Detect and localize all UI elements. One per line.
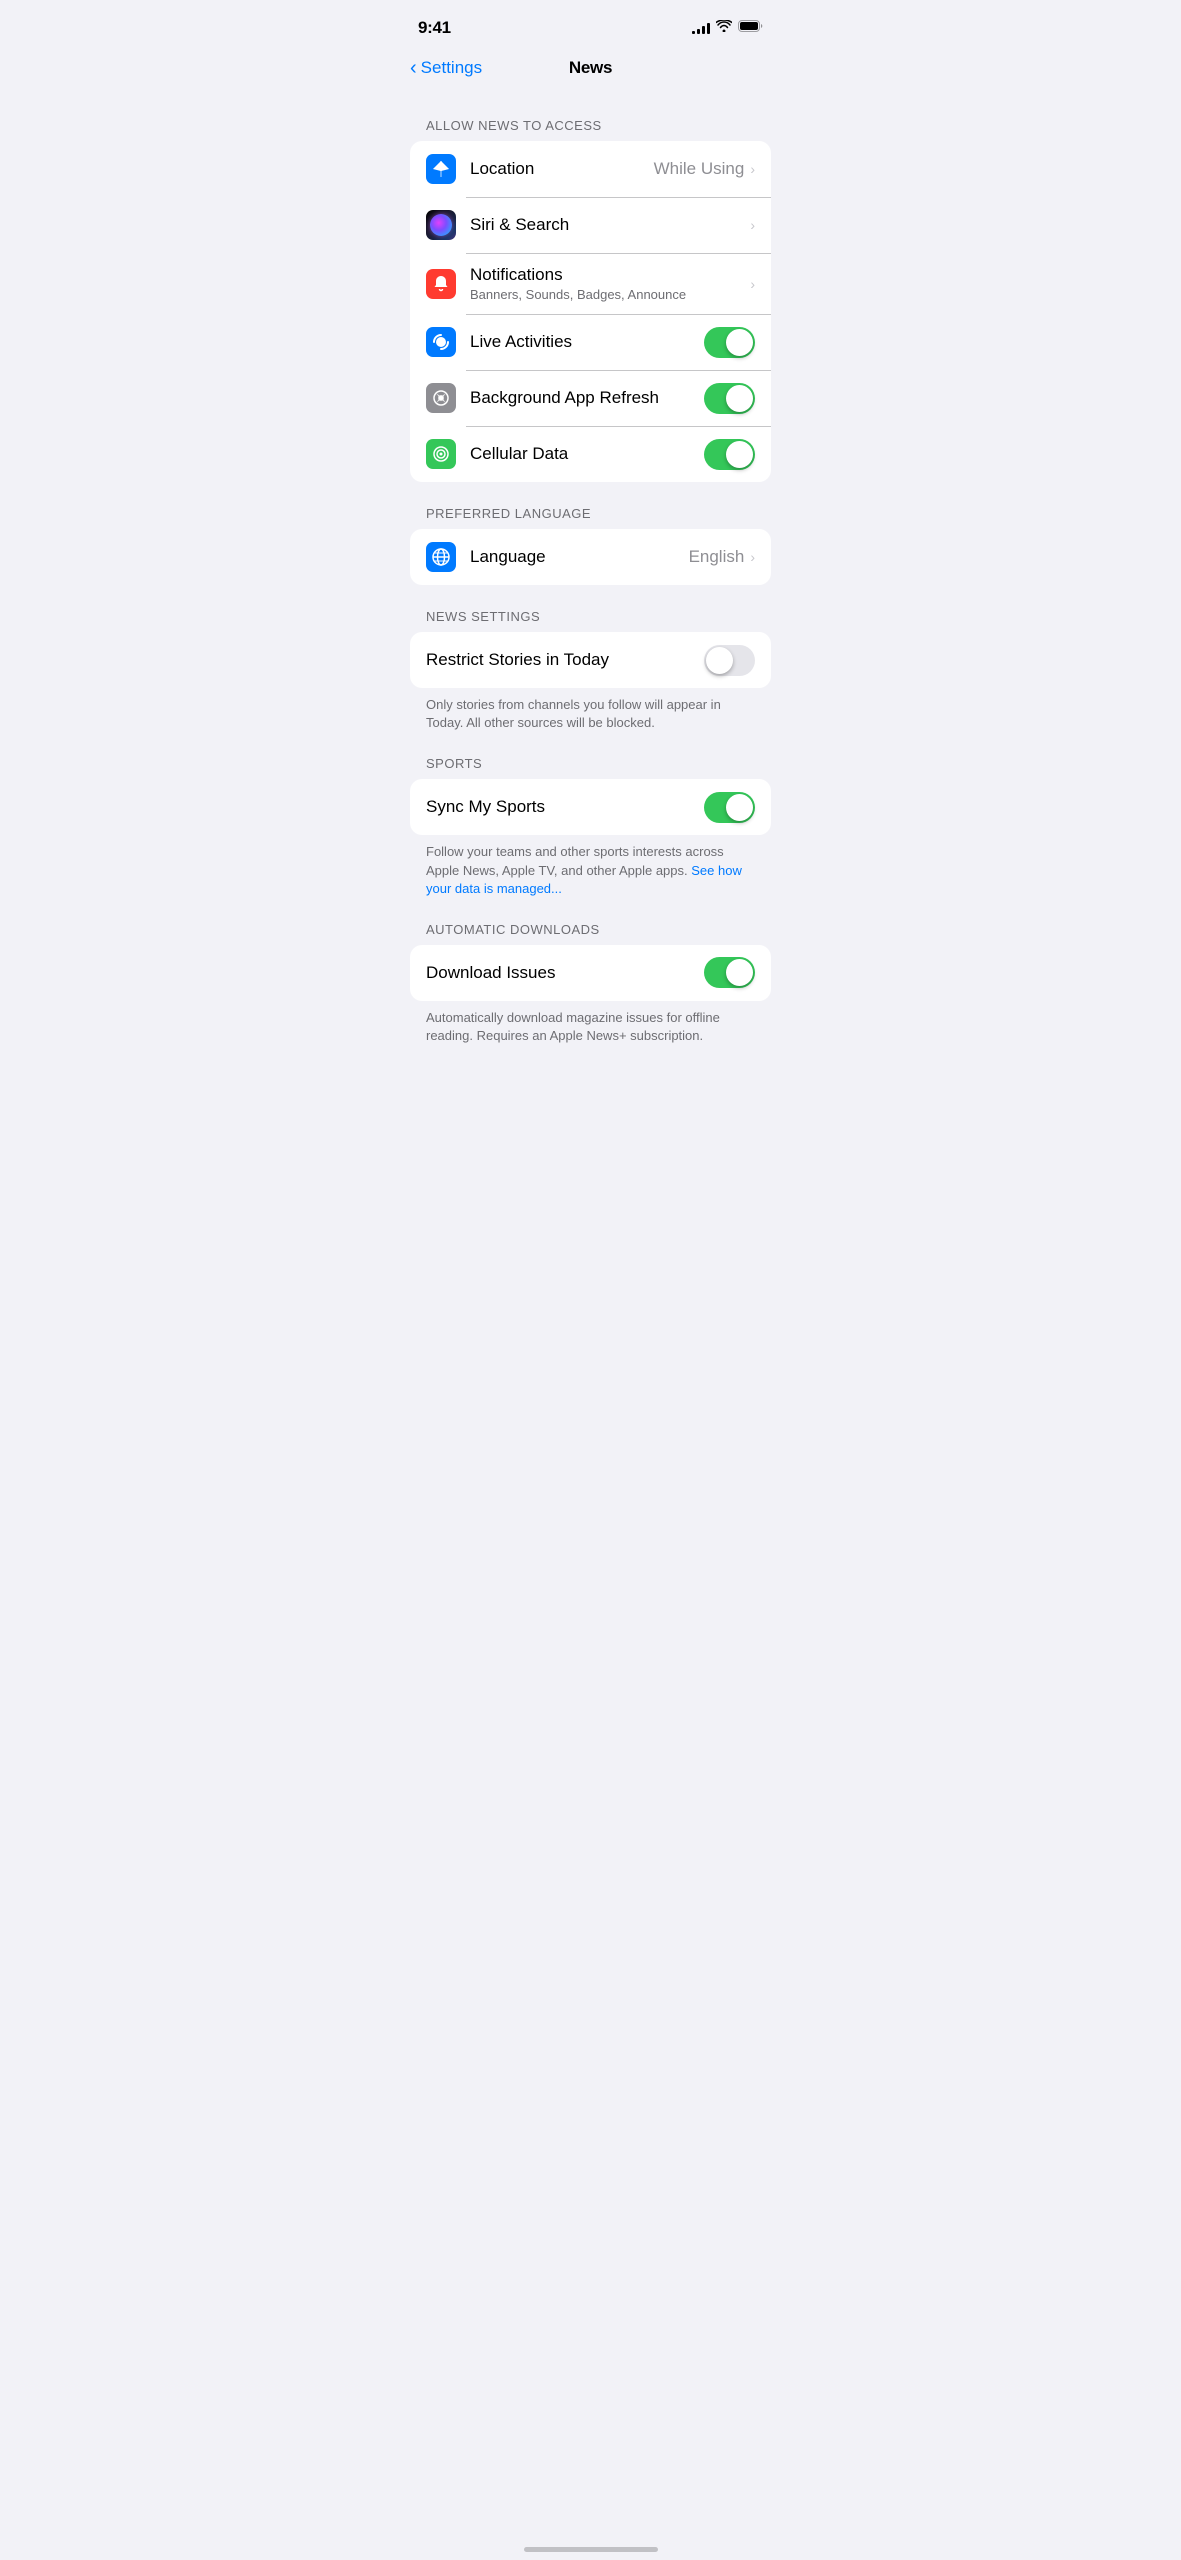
row-notifications[interactable]: Notifications Banners, Sounds, Badges, A… (410, 253, 771, 314)
live-activities-label: Live Activities (470, 332, 704, 352)
section-header-auto-downloads: AUTOMATIC DOWNLOADS (394, 922, 787, 945)
location-chevron-icon: › (750, 161, 755, 177)
cellular-toggle[interactable] (704, 439, 755, 470)
content: ALLOW NEWS TO ACCESS Location While Usin… (394, 118, 787, 1093)
row-siri[interactable]: Siri & Search › (410, 197, 771, 253)
download-issues-label: Download Issues (426, 963, 704, 983)
sync-sports-label: Sync My Sports (426, 797, 704, 817)
language-value: English (689, 547, 745, 567)
section-sports: SPORTS Sync My Sports Follow your teams … (394, 756, 787, 898)
row-download-issues: Download Issues (410, 945, 771, 1001)
auto-downloads-footer: Automatically download magazine issues f… (394, 1001, 787, 1045)
toggle-thumb (726, 794, 753, 821)
news-settings-footer: Only stories from channels you follow wi… (394, 688, 787, 732)
status-time: 9:41 (418, 18, 451, 38)
section-allow-access: ALLOW NEWS TO ACCESS Location While Usin… (394, 118, 787, 482)
siri-app-icon (426, 210, 456, 240)
row-location[interactable]: Location While Using › (410, 141, 771, 197)
siri-chevron-icon: › (750, 217, 755, 233)
notifications-app-icon (426, 269, 456, 299)
section-header-allow-access: ALLOW NEWS TO ACCESS (394, 118, 787, 141)
cellular-label: Cellular Data (470, 444, 704, 464)
wifi-icon (716, 19, 732, 37)
section-auto-downloads: AUTOMATIC DOWNLOADS Download Issues Auto… (394, 922, 787, 1045)
row-live-activities: Live Activities (410, 314, 771, 370)
background-refresh-app-icon (426, 383, 456, 413)
download-issues-toggle[interactable] (704, 957, 755, 988)
back-button[interactable]: ‹ Settings (410, 58, 482, 78)
notifications-label-wrap: Notifications Banners, Sounds, Badges, A… (470, 265, 750, 302)
toggle-thumb (726, 959, 753, 986)
restrict-stories-label: Restrict Stories in Today (426, 650, 704, 670)
location-app-icon (426, 154, 456, 184)
section-header-sports: SPORTS (394, 756, 787, 779)
sync-sports-toggle[interactable] (704, 792, 755, 823)
cellular-app-icon (426, 439, 456, 469)
notifications-chevron-icon: › (750, 276, 755, 292)
section-news-settings: NEWS SETTINGS Restrict Stories in Today … (394, 609, 787, 732)
toggle-thumb (726, 329, 753, 356)
card-sports: Sync My Sports (410, 779, 771, 835)
live-activities-app-icon (426, 327, 456, 357)
sports-footer: Follow your teams and other sports inter… (394, 835, 787, 898)
row-restrict-stories: Restrict Stories in Today (410, 632, 771, 688)
location-label: Location (470, 159, 654, 179)
row-background-refresh: Background App Refresh (410, 370, 771, 426)
card-auto-downloads: Download Issues (410, 945, 771, 1001)
status-bar: 9:41 (394, 0, 787, 50)
background-refresh-label: Background App Refresh (470, 388, 704, 408)
row-cellular: Cellular Data (410, 426, 771, 482)
row-sync-sports: Sync My Sports (410, 779, 771, 835)
background-refresh-toggle[interactable] (704, 383, 755, 414)
language-label: Language (470, 547, 689, 567)
status-icons (692, 19, 763, 37)
home-indicator (524, 2547, 658, 2552)
toggle-thumb (726, 385, 753, 412)
language-app-icon (426, 542, 456, 572)
language-chevron-icon: › (750, 549, 755, 565)
section-header-news-settings: NEWS SETTINGS (394, 609, 787, 632)
location-value: While Using (654, 159, 745, 179)
back-label: Settings (421, 58, 482, 78)
siri-label: Siri & Search (470, 215, 750, 235)
notifications-label: Notifications (470, 265, 750, 285)
restrict-stories-toggle[interactable] (704, 645, 755, 676)
live-activities-toggle[interactable] (704, 327, 755, 358)
toggle-thumb (706, 647, 733, 674)
section-header-language: PREFERRED LANGUAGE (394, 506, 787, 529)
toggle-thumb (726, 441, 753, 468)
row-language[interactable]: Language English › (410, 529, 771, 585)
siri-orb (430, 214, 452, 236)
card-news-settings: Restrict Stories in Today (410, 632, 771, 688)
card-language: Language English › (410, 529, 771, 585)
card-allow-access: Location While Using › Siri & Search › (410, 141, 771, 482)
notifications-sublabel: Banners, Sounds, Badges, Announce (470, 287, 750, 302)
section-language: PREFERRED LANGUAGE Language English › (394, 506, 787, 585)
battery-icon (738, 19, 763, 37)
page-title: News (569, 58, 612, 78)
nav-header: ‹ Settings News (394, 50, 787, 94)
back-chevron-icon: ‹ (410, 58, 417, 78)
signal-icon (692, 22, 710, 34)
